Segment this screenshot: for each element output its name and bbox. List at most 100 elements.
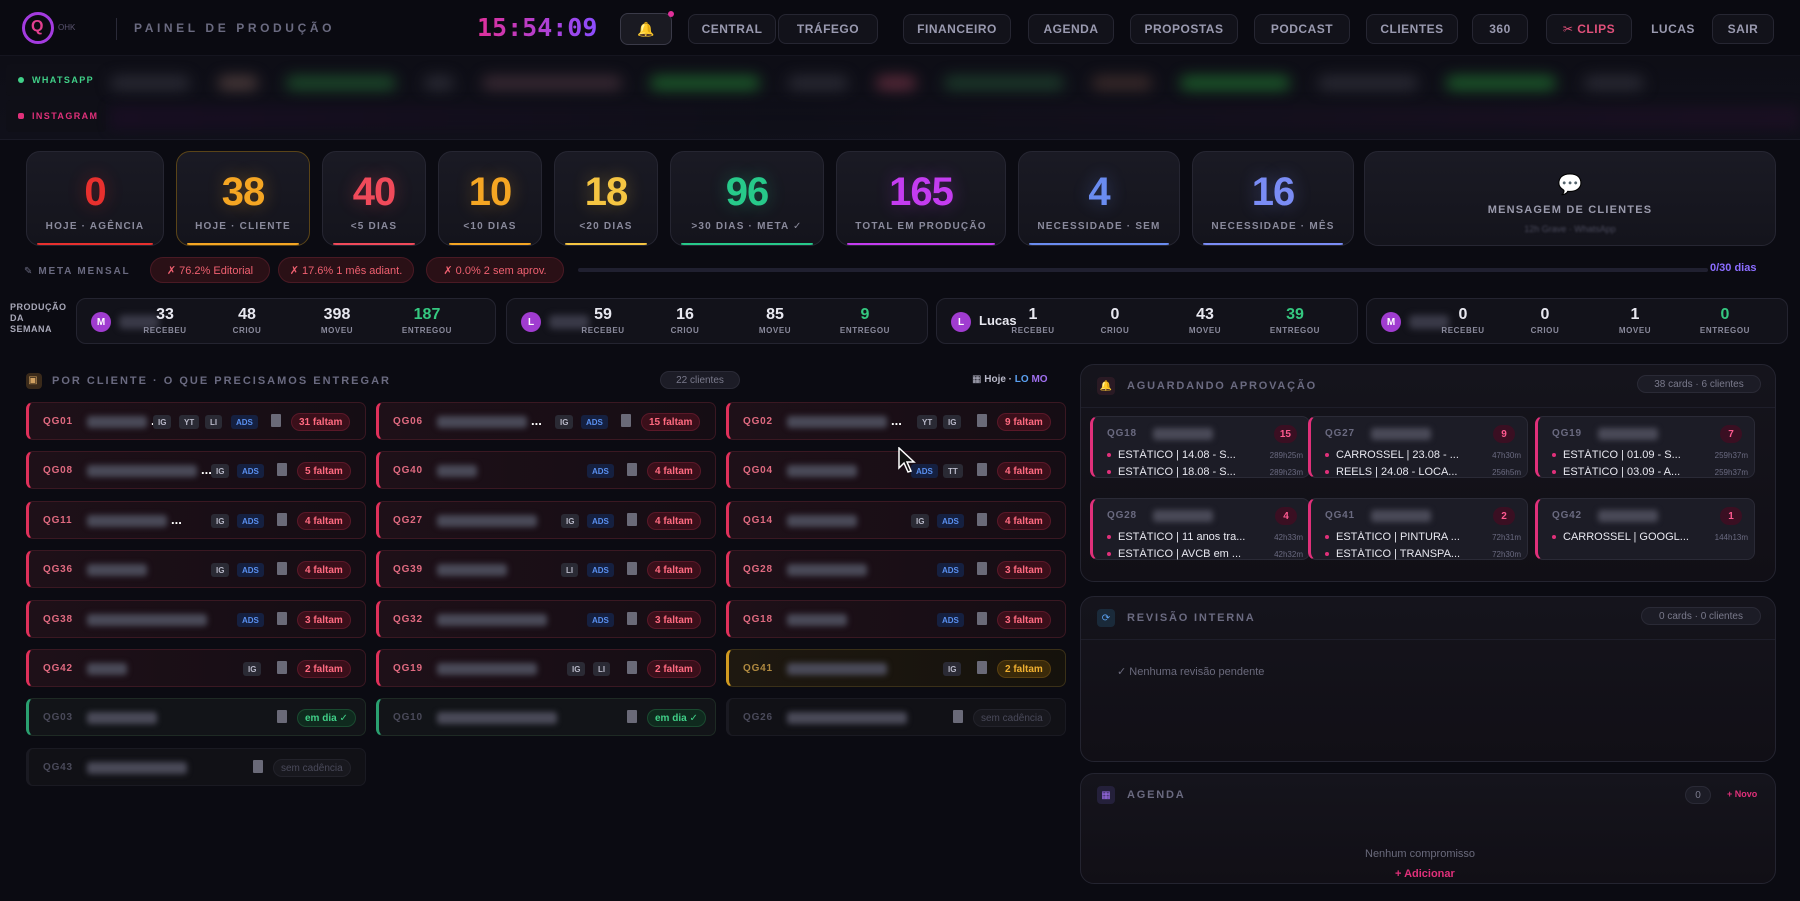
client-card[interactable]: QG01...ADSLIYTIG31 faltam [26, 402, 366, 440]
channel-tag: IG [911, 514, 930, 528]
client-card[interactable]: QG28 ADS 3 faltam [726, 550, 1066, 588]
client-card[interactable]: QG14 ADS IG 4 faltam [726, 501, 1066, 539]
document-icon[interactable] [627, 612, 637, 625]
nav-tr-fego[interactable]: TRÁFEGO [778, 14, 878, 44]
today-lo[interactable]: LO [1015, 374, 1029, 385]
document-icon[interactable] [277, 710, 287, 723]
production-member[interactable]: L Lucas 1 RECEBEU 0 CRIOU 43 MOVEU 39 ENTREGOU [936, 298, 1358, 344]
client-messages-card[interactable]: 💬 MENSAGEM DE CLIENTES 12h Grave · Whats… [1364, 151, 1776, 246]
document-icon[interactable] [627, 513, 637, 526]
stat-value: 96 [725, 170, 770, 214]
client-card[interactable]: QG32 ADS 3 faltam [376, 600, 716, 638]
client-card[interactable]: QG03 em dia ✓ [26, 698, 366, 736]
nav-clips[interactable]: ✂ CLIPS [1546, 14, 1632, 44]
approval-item[interactable]: ESTÁTICO | 03.09 - A... 259h37m [1552, 464, 1748, 480]
nav-central[interactable]: CENTRAL [688, 14, 776, 44]
client-card[interactable]: QG43 sem cadência [26, 748, 366, 786]
approval-item[interactable]: REELS | 24.08 - LOCA... 256h5m [1325, 464, 1521, 480]
production-member[interactable]: L 59 RECEBEU 16 CRIOU 85 MOVEU 9 ENTREGOU [506, 298, 928, 344]
document-icon[interactable] [627, 710, 637, 723]
nav-agenda[interactable]: AGENDA [1028, 14, 1114, 44]
document-icon[interactable] [977, 562, 987, 575]
approval-item[interactable]: ESTÁTICO | 14.08 - S... 289h25m [1107, 447, 1303, 463]
stat-card[interactable]: 4 NECESSIDADE · SEM [1018, 151, 1180, 246]
document-icon[interactable] [977, 661, 987, 674]
agenda-new-button[interactable]: + Novo [1727, 789, 1757, 799]
client-card[interactable]: QG27 ADS IG 4 faltam [376, 501, 716, 539]
approval-card[interactable]: QG42 1 CARROSSEL | GOOGL... 144h13m [1535, 498, 1755, 560]
stat-card[interactable]: 165 TOTAL EM PRODUÇÃO [836, 151, 1006, 246]
stat-card[interactable]: 10 <10 DIAS [438, 151, 542, 246]
client-card[interactable]: QG36 ADS IG 4 faltam [26, 550, 366, 588]
approval-item[interactable]: CARROSSEL | 23.08 - ... 47h30m [1325, 447, 1521, 463]
logo[interactable]: Q OHK [22, 12, 120, 46]
client-card[interactable]: QG38 ADS 3 faltam [26, 600, 366, 638]
approval-item[interactable]: ESTÁTICO | AVCB em ... 42h32m [1107, 546, 1303, 562]
approval-item[interactable]: ESTÁTICO | 01.09 - S... 259h37m [1552, 447, 1748, 463]
notifications-button[interactable]: 🔔 [620, 11, 674, 45]
client-card[interactable]: QG11... ADS IG 4 faltam [26, 501, 366, 539]
document-icon[interactable] [977, 612, 987, 625]
client-card[interactable]: QG02... IG YT 9 faltam [726, 402, 1066, 440]
approval-item[interactable]: CARROSSEL | GOOGL... 144h13m [1552, 529, 1748, 545]
stat-card[interactable]: 18 <20 DIAS [554, 151, 658, 246]
today-mo[interactable]: MO [1031, 374, 1047, 385]
approval-item[interactable]: ESTÁTICO | PINTURA ... 72h31m [1325, 529, 1521, 545]
client-card[interactable]: QG41 IG 2 faltam [726, 649, 1066, 687]
document-icon[interactable] [977, 513, 987, 526]
document-icon[interactable] [627, 562, 637, 575]
document-icon[interactable] [277, 612, 287, 625]
stat-card[interactable]: 96 >30 DIAS · META ✓ [670, 151, 824, 246]
approval-card[interactable]: QG19 7 ESTÁTICO | 01.09 - S... 259h37m ESTÁT… [1535, 416, 1755, 478]
nav-lucas[interactable]: LUCAS [1640, 14, 1706, 44]
production-member[interactable]: M 0 RECEBEU 0 CRIOU 1 MOVEU 0 ENTREGOU [1366, 298, 1788, 344]
client-card[interactable]: QG04 TT ADS 4 faltam [726, 451, 1066, 489]
document-icon[interactable] [621, 414, 631, 427]
client-card[interactable]: QG18 ADS 3 faltam [726, 600, 1066, 638]
agenda-add-button[interactable]: + Adicionar [1395, 868, 1455, 880]
nav-sair[interactable]: SAIR [1712, 14, 1774, 44]
document-icon[interactable] [977, 463, 987, 476]
document-icon[interactable] [627, 661, 637, 674]
client-card[interactable]: QG40 ADS 4 faltam [376, 451, 716, 489]
client-card[interactable]: QG26 sem cadência [726, 698, 1066, 736]
approval-card[interactable]: QG28 4 ESTÁTICO | 11 anos tra... 42h33m ESTÁ… [1090, 498, 1310, 560]
nav-propostas[interactable]: PROPOSTAS [1130, 14, 1238, 44]
goal-pill-approval[interactable]: ✗ 0.0% 2 sem aprov. [426, 257, 564, 283]
client-card[interactable]: QG42 IG 2 faltam [26, 649, 366, 687]
client-card[interactable]: QG06... ADS IG 15 faltam [376, 402, 716, 440]
approval-item[interactable]: ESTÁTICO | 11 anos tra... 42h33m [1107, 529, 1303, 545]
stat-card[interactable]: 0 HOJE · AGÊNCIA [26, 151, 164, 246]
approval-card[interactable]: QG27 9 CARROSSEL | 23.08 - ... 47h30m REELS … [1308, 416, 1528, 478]
client-card[interactable]: QG39 ADS LI 4 faltam [376, 550, 716, 588]
document-icon[interactable] [277, 463, 287, 476]
stat-value: 4 [1088, 170, 1110, 214]
document-icon[interactable] [277, 513, 287, 526]
document-icon[interactable] [271, 414, 281, 427]
document-icon[interactable] [977, 414, 987, 427]
document-icon[interactable] [277, 661, 287, 674]
approval-item[interactable]: ESTÁTICO | 18.08 - S... 289h23m [1107, 464, 1303, 480]
goal-pill-editorial[interactable]: ✗ 76.2% Editorial [150, 257, 270, 283]
nav-podcast[interactable]: PODCAST [1254, 14, 1350, 44]
client-card[interactable]: QG08... ADS IG 5 faltam [26, 451, 366, 489]
approval-card[interactable]: QG18 15 ESTÁTICO | 14.08 - S... 289h25m ESTÁ… [1090, 416, 1310, 478]
approval-item[interactable]: ESTÁTICO | TRANSPA... 72h30m [1325, 546, 1521, 562]
stat-card[interactable]: 16 NECESSIDADE · MÊS [1192, 151, 1354, 246]
nav-360[interactable]: 360 [1472, 14, 1528, 44]
stat-card[interactable]: 40 <5 DIAS [322, 151, 426, 246]
instagram-tab[interactable]: INSTAGRAM [6, 100, 106, 132]
nav-clientes[interactable]: CLIENTES [1366, 14, 1458, 44]
whatsapp-tab[interactable]: WHATSAPP [6, 64, 106, 96]
nav-financeiro[interactable]: FINANCEIRO [903, 14, 1011, 44]
document-icon[interactable] [627, 463, 637, 476]
client-card[interactable]: QG19 LI IG 2 faltam [376, 649, 716, 687]
document-icon[interactable] [277, 562, 287, 575]
document-icon[interactable] [253, 760, 263, 773]
production-member[interactable]: M 33 RECEBEU 48 CRIOU 398 MOVEU 187 ENTREGOU [76, 298, 496, 344]
document-icon[interactable] [953, 710, 963, 723]
stat-card[interactable]: 38 HOJE · CLIENTE [176, 151, 310, 246]
approval-card[interactable]: QG41 2 ESTÁTICO | PINTURA ... 72h31m ESTÁTIC… [1308, 498, 1528, 560]
goal-pill-advance[interactable]: ✗ 17.6% 1 mês adiant. [278, 257, 414, 283]
client-card[interactable]: QG10 em dia ✓ [376, 698, 716, 736]
